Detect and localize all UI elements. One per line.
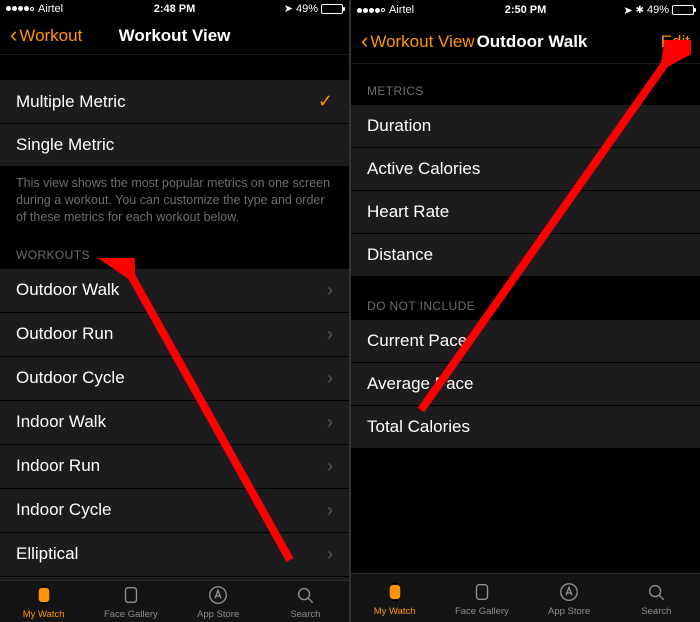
metric-option-label: Single Metric (16, 135, 114, 155)
battery-pct: 49% (647, 4, 669, 16)
nav-bar: ‹ Workout View Outdoor Walk Edit (351, 20, 700, 64)
face-gallery-icon (119, 583, 143, 607)
signal-strength-icon (357, 8, 385, 13)
chevron-right-icon: › (327, 368, 333, 389)
workout-item[interactable]: Indoor Cycle › (0, 489, 349, 533)
metric-label: Heart Rate (367, 202, 449, 222)
tab-label: Face Gallery (104, 609, 158, 620)
status-bar: Airtel 2:48 PM ➤ 49% (0, 0, 349, 17)
workout-item-label: Indoor Walk (16, 412, 106, 432)
tab-label: Search (290, 609, 320, 620)
content: Multiple Metric ✓ Single Metric This view … (0, 55, 349, 580)
back-button[interactable]: ‹ Workout View (361, 31, 475, 53)
section-header-workouts: WORKOUTS (0, 242, 349, 268)
chevron-right-icon: › (327, 324, 333, 345)
edit-button[interactable]: Edit (661, 32, 690, 52)
app-store-icon (557, 580, 581, 604)
excluded-metric-row[interactable]: Total Calories (351, 406, 700, 449)
workout-item[interactable]: Indoor Run › (0, 445, 349, 489)
tab-search[interactable]: Search (613, 580, 700, 617)
workout-item[interactable]: Outdoor Run › (0, 313, 349, 357)
chevron-right-icon: › (327, 500, 333, 521)
tab-app-store[interactable]: App Store (175, 583, 262, 620)
metric-label: Distance (367, 245, 433, 265)
metric-row[interactable]: Active Calories (351, 148, 700, 191)
back-label: Workout View (370, 32, 474, 52)
metric-row[interactable]: Distance (351, 234, 700, 277)
workout-item[interactable]: Indoor Walk › (0, 401, 349, 445)
tab-bar: My Watch Face Gallery App Store Search (351, 573, 700, 622)
tab-search[interactable]: Search (262, 583, 349, 620)
location-icon: ➤ (284, 2, 293, 15)
metric-row[interactable]: Heart Rate (351, 191, 700, 234)
chevron-left-icon: ‹ (361, 30, 368, 52)
tab-my-watch[interactable]: My Watch (351, 580, 438, 617)
chevron-left-icon: ‹ (10, 24, 17, 46)
app-store-icon (206, 583, 230, 607)
back-button[interactable]: ‹ Workout (10, 25, 82, 47)
workout-item[interactable]: Outdoor Cycle › (0, 357, 349, 401)
tab-label: My Watch (374, 606, 416, 617)
metric-label: Average Pace (367, 374, 473, 394)
section-description: This view shows the most popular metrics… (0, 167, 349, 242)
excluded-metric-row[interactable]: Current Pace (351, 319, 700, 363)
back-label: Workout (19, 26, 82, 46)
metric-label: Total Calories (367, 417, 470, 437)
chevron-right-icon: › (327, 456, 333, 477)
location-icon: ➤ (623, 4, 632, 17)
workout-item-label: Indoor Run (16, 456, 100, 476)
tab-face-gallery[interactable]: Face Gallery (87, 583, 174, 620)
battery-icon (672, 5, 694, 15)
metric-label: Current Pace (367, 331, 467, 351)
metric-option[interactable]: Multiple Metric ✓ (0, 79, 349, 124)
tab-bar: My Watch Face Gallery App Store Search (0, 580, 349, 622)
section-header-exclude: DO NOT INCLUDE (351, 293, 700, 319)
workout-item-label: Outdoor Cycle (16, 368, 125, 388)
workout-item[interactable]: Outdoor Walk › (0, 268, 349, 313)
workout-item-label: Indoor Cycle (16, 500, 111, 520)
tab-my-watch[interactable]: My Watch (0, 583, 87, 620)
tab-label: App Store (197, 609, 239, 620)
face-gallery-icon (470, 580, 494, 604)
watch-icon (32, 583, 56, 607)
content: METRICS Duration Active Calories Heart Rat… (351, 64, 700, 573)
metric-option[interactable]: Single Metric (0, 124, 349, 167)
chevron-right-icon: › (327, 412, 333, 433)
workout-item-label: Outdoor Run (16, 324, 113, 344)
metric-option-label: Multiple Metric (16, 92, 126, 112)
workout-item-label: Outdoor Walk (16, 280, 119, 300)
chevron-right-icon: › (327, 280, 333, 301)
workout-item-label: Elliptical (16, 544, 78, 564)
watch-icon (383, 580, 407, 604)
battery-icon (321, 4, 343, 14)
tab-label: My Watch (23, 609, 65, 620)
bluetooth-icon: ✱ (636, 5, 644, 16)
tab-label: Face Gallery (455, 606, 509, 617)
search-icon (644, 580, 668, 604)
status-bar: Airtel 2:50 PM ➤ ✱ 49% (351, 0, 700, 20)
excluded-metric-row[interactable]: Average Pace (351, 363, 700, 406)
carrier-label: Airtel (38, 3, 63, 15)
signal-strength-icon (6, 6, 34, 11)
metric-label: Active Calories (367, 159, 480, 179)
check-icon: ✓ (318, 91, 333, 112)
battery-pct: 49% (296, 3, 318, 15)
nav-bar: ‹ Workout Workout View (0, 17, 349, 55)
chevron-right-icon: › (327, 544, 333, 565)
workout-item[interactable]: Elliptical › (0, 533, 349, 577)
page-title: Outdoor Walk (477, 32, 588, 52)
tab-label: App Store (548, 606, 590, 617)
search-icon (293, 583, 317, 607)
carrier-label: Airtel (389, 4, 414, 16)
tab-app-store[interactable]: App Store (526, 580, 613, 617)
metric-row[interactable]: Duration (351, 104, 700, 148)
metric-label: Duration (367, 116, 431, 136)
tab-label: Search (641, 606, 671, 617)
section-header-metrics: METRICS (351, 78, 700, 104)
tab-face-gallery[interactable]: Face Gallery (438, 580, 525, 617)
